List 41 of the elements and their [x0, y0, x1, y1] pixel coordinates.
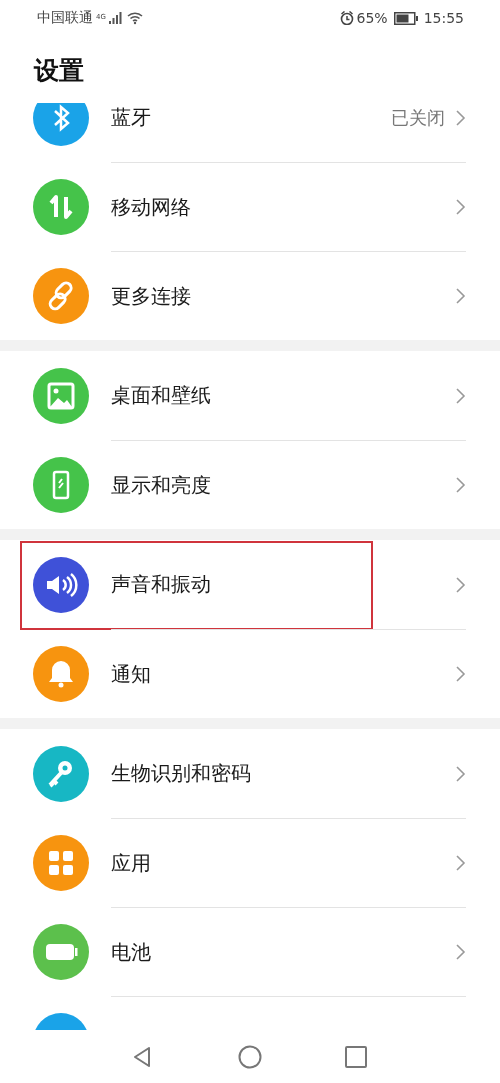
chevron-icon — [455, 476, 466, 494]
row-label: 生物识别和密码 — [111, 760, 251, 787]
wifi-icon — [126, 11, 143, 25]
chevron-icon — [455, 943, 466, 961]
chevron-icon — [455, 764, 466, 783]
settings-row[interactable]: 桌面和壁纸 — [0, 351, 500, 440]
home-icon[interactable] — [238, 1044, 262, 1069]
chevron-icon — [455, 108, 466, 127]
chevron-icon — [455, 287, 466, 305]
settings-row[interactable]: 蓝牙 已关闭 — [0, 103, 500, 162]
signal-icon — [108, 12, 122, 24]
chevron-icon — [455, 386, 466, 405]
chevron-icon — [455, 575, 466, 594]
settings-row[interactable]: 显示和亮度 — [0, 440, 500, 529]
row-label: 更多连接 — [111, 282, 191, 310]
row-label: 桌面和壁纸 — [111, 382, 211, 409]
settings-row[interactable]: 声音和振动 — [0, 540, 500, 629]
row-label: 蓝牙 — [111, 104, 151, 131]
row-label: 通知 — [111, 660, 151, 688]
row-label: 应用 — [111, 849, 151, 877]
settings-row[interactable]: 更多连接 — [0, 251, 500, 340]
row-value: 已关闭 — [391, 105, 445, 130]
battery-percent: 65% — [356, 10, 388, 26]
row-label: 电池 — [111, 938, 151, 966]
settings-row[interactable]: 移动网络 — [0, 162, 500, 251]
row-label: 声音和振动 — [111, 571, 211, 598]
recent-apps-icon[interactable] — [344, 1044, 368, 1069]
settings-row[interactable]: 生物识别和密码 — [0, 729, 500, 818]
chevron-icon — [455, 854, 466, 872]
page-title: 设置 — [32, 55, 85, 87]
settings-row[interactable]: 电池 — [0, 907, 500, 996]
settings-row[interactable]: 通知 — [0, 629, 500, 718]
alarm-icon — [339, 11, 354, 25]
row-label: 显示和亮度 — [111, 471, 211, 499]
settings-row[interactable]: 应用 — [0, 818, 500, 907]
chevron-icon — [455, 665, 466, 683]
row-label: 移动网络 — [111, 193, 191, 221]
battery-icon — [393, 11, 418, 25]
chevron-icon — [455, 198, 466, 216]
carrier-name: 中国联通 — [37, 9, 93, 27]
clock-time: 15:55 — [423, 10, 464, 26]
